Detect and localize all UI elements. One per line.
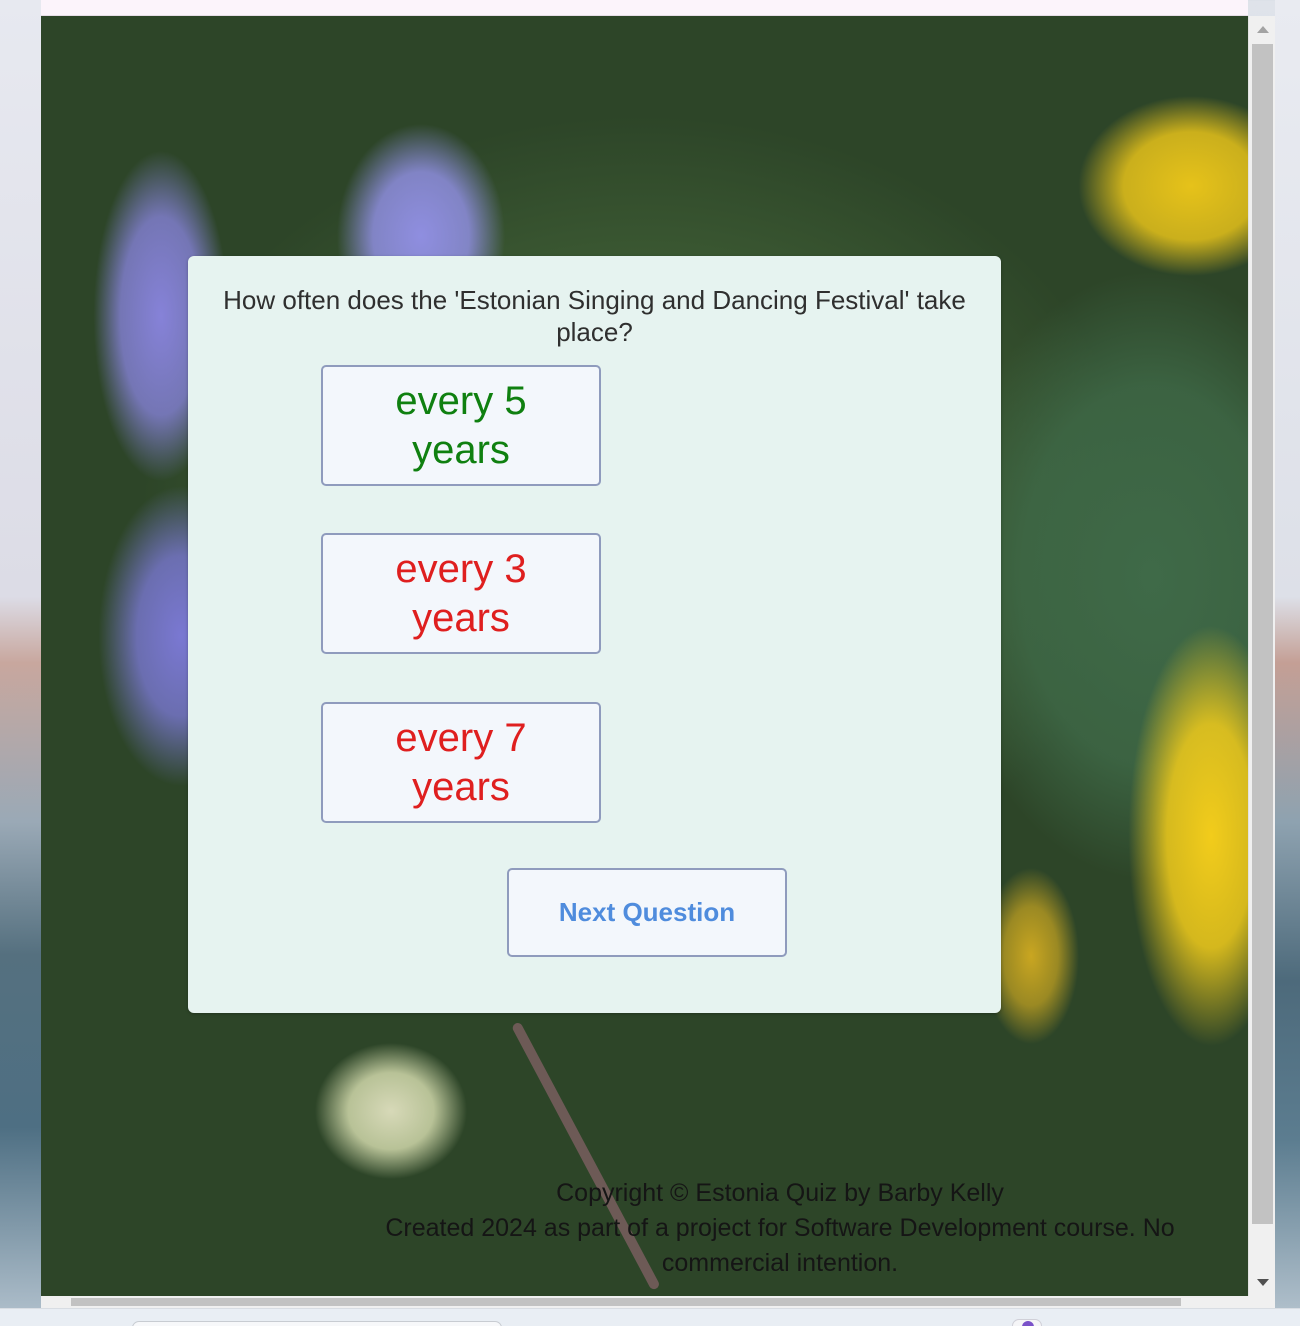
horizontal-scroll-thumb[interactable]	[71, 1298, 1181, 1306]
horizontal-scrollbar[interactable]	[41, 1296, 1275, 1308]
copyright-text: Copyright © Estonia Quiz by Barby Kelly	[556, 1179, 1004, 1207]
answer-button-3[interactable]: every 7 years	[321, 702, 601, 823]
answer-button-2[interactable]: every 3 years	[321, 533, 601, 654]
question-text: How often does the 'Estonian Singing and…	[223, 285, 966, 347]
scroll-up-arrow-icon[interactable]	[1257, 26, 1269, 33]
next-question-label: Next Question	[558, 897, 736, 927]
vertical-scrollbar[interactable]	[1248, 16, 1275, 1296]
taskbar-search-box[interactable]	[132, 1321, 502, 1326]
vertical-scroll-thumb[interactable]	[1252, 44, 1273, 1224]
answer-label: every 5 years	[395, 378, 527, 472]
desktop-wallpaper-right	[1275, 0, 1300, 1326]
taskbar-app-icon[interactable]	[1012, 1319, 1042, 1326]
next-question-button[interactable]: Next Question	[507, 868, 787, 957]
footer-note: Created 2024 as part of a project for So…	[385, 1214, 1175, 1277]
answer-label: every 3 years	[395, 546, 527, 640]
answer-label: every 7 years	[395, 715, 527, 809]
desktop-wallpaper-left	[0, 0, 41, 1326]
page-viewport: How often does the 'Estonian Singing and…	[41, 16, 1248, 1296]
page-footer: Copyright © Estonia Quiz by Barby Kelly …	[330, 1176, 1230, 1281]
scroll-down-arrow-icon[interactable]	[1257, 1279, 1269, 1286]
answer-button-1[interactable]: every 5 years	[321, 365, 601, 486]
taskbar	[0, 1308, 1300, 1326]
browser-top-bar	[41, 0, 1248, 16]
quiz-card: How often does the 'Estonian Singing and…	[188, 256, 1001, 1013]
